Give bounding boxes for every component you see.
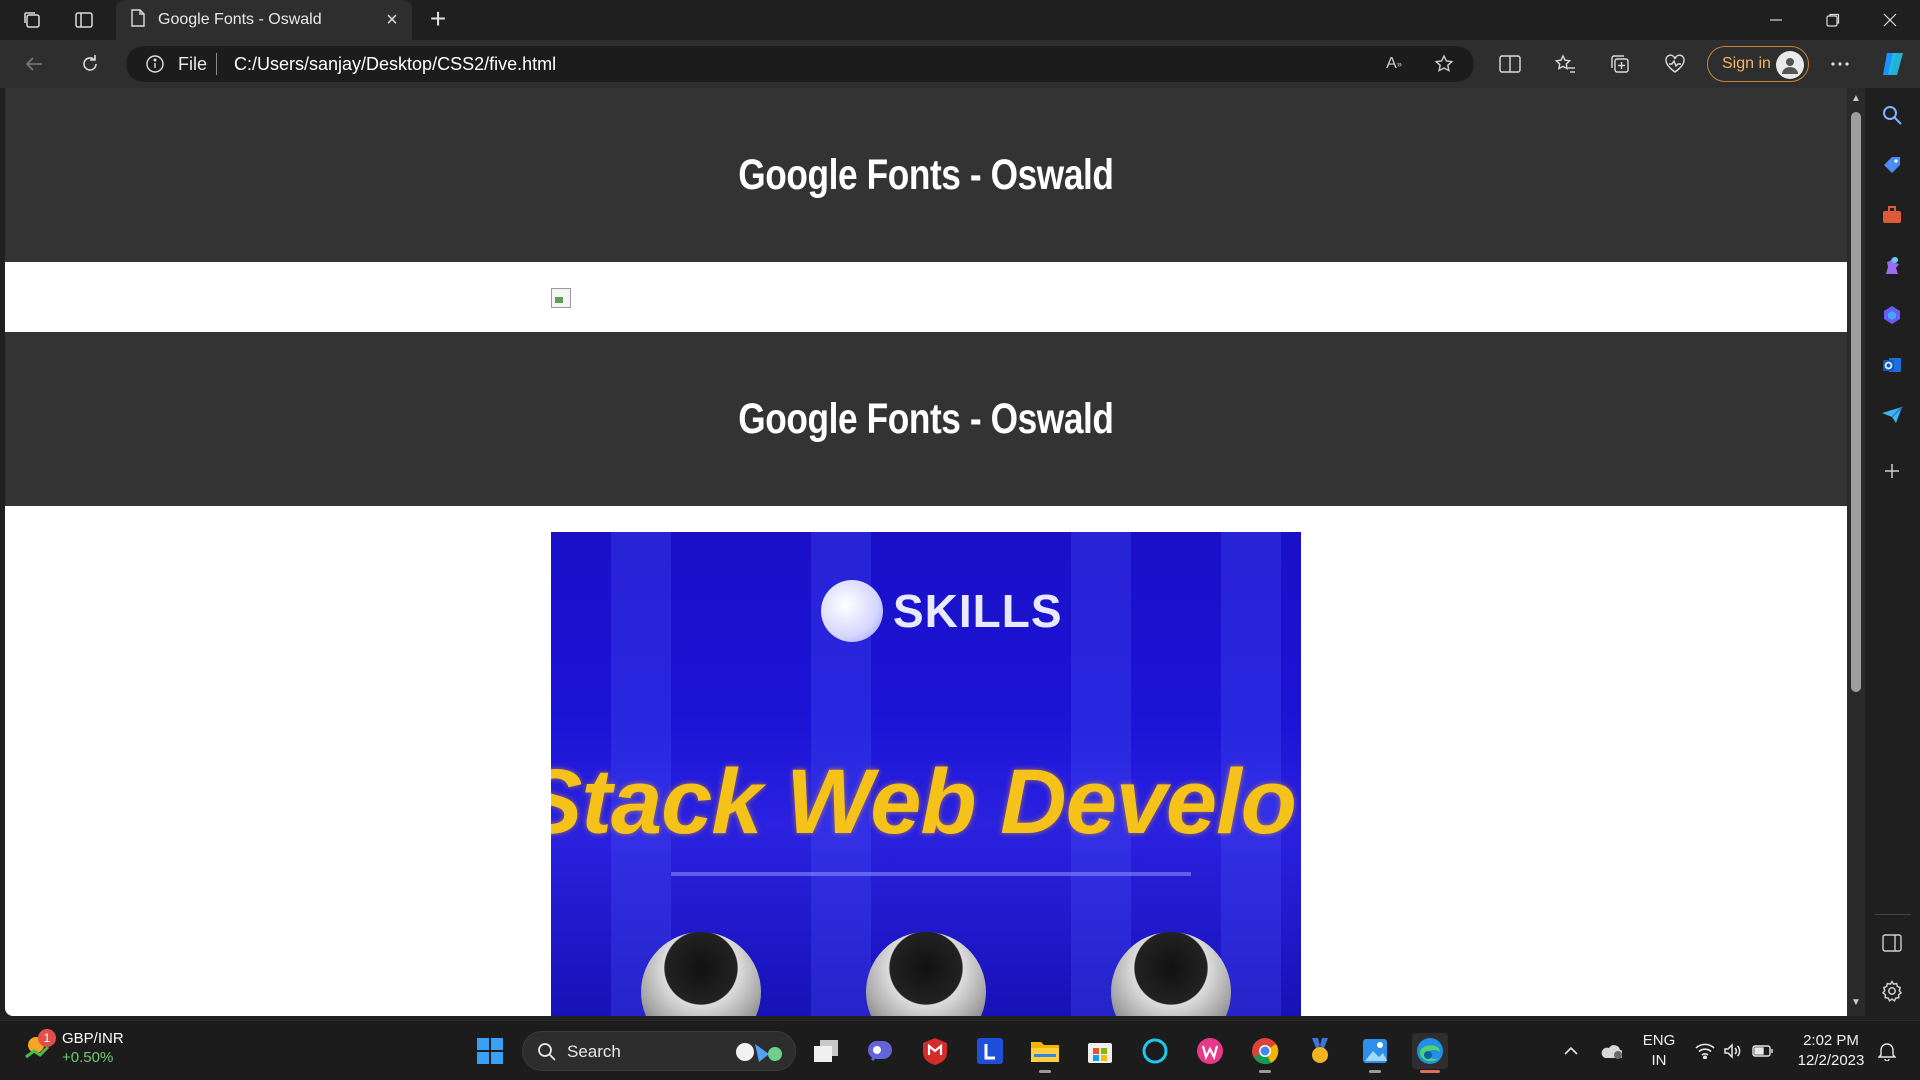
address-scheme: File	[178, 54, 208, 74]
minimize-icon[interactable]	[1756, 6, 1796, 34]
address-separator	[216, 53, 217, 75]
language-bottom: IN	[1651, 1052, 1667, 1069]
browser-toolbar: File C:/Users/sanjay/Desktop/CSS2/five.h…	[0, 40, 1920, 88]
language-indicator[interactable]: ENG IN	[1640, 1031, 1678, 1071]
search-highlight-icon	[731, 1036, 787, 1073]
header-section-1: Google Fonts - Oswald	[5, 88, 1847, 262]
l-app-icon[interactable]	[972, 1033, 1008, 1069]
banner-headline: Stack Web Develo	[551, 751, 1297, 853]
course-banner-image: SKILLS Stack Web Develo	[551, 532, 1301, 1016]
tools-icon[interactable]	[1879, 202, 1905, 228]
windows-taskbar: 1 GBP/INR +0.50% Search ENG IN 2:02 PM 1…	[0, 1020, 1920, 1080]
search-icon	[537, 1042, 557, 1067]
cortana-icon[interactable]	[1137, 1033, 1173, 1069]
restore-icon[interactable]	[1813, 6, 1853, 34]
header-section-2: Google Fonts - Oswald	[5, 332, 1847, 506]
close-icon[interactable]: ×	[382, 9, 402, 31]
address-bar[interactable]: File C:/Users/sanjay/Desktop/CSS2/five.h…	[126, 46, 1474, 82]
running-indicator	[1369, 1070, 1381, 1073]
widget-badge: 1	[38, 1029, 56, 1047]
edge-icon[interactable]	[1412, 1033, 1448, 1073]
meet-icon[interactable]	[862, 1033, 898, 1069]
workspaces-icon[interactable]	[20, 8, 44, 32]
window-close-icon[interactable]	[1870, 6, 1910, 34]
chrome-icon[interactable]	[1247, 1033, 1283, 1073]
refresh-icon[interactable]	[76, 50, 104, 78]
more-icon[interactable]	[1826, 50, 1854, 78]
running-indicator	[1420, 1070, 1440, 1073]
running-indicator	[1039, 1070, 1051, 1073]
widgets-button[interactable]: 1 GBP/INR +0.50%	[22, 1029, 124, 1067]
wifi-icon[interactable]	[1694, 1041, 1716, 1061]
title-bar: Google Fonts - Oswald × +	[0, 0, 1920, 40]
volume-icon[interactable]	[1722, 1041, 1744, 1061]
browser-essentials-icon[interactable]	[1661, 50, 1689, 78]
page-icon	[130, 8, 146, 32]
scroll-thumb[interactable]	[1851, 112, 1861, 692]
avatar	[1776, 51, 1804, 79]
language-top: ENG	[1642, 1032, 1676, 1049]
chevron-up-icon[interactable]	[1560, 1041, 1582, 1061]
widget-change: +0.50%	[62, 1049, 114, 1066]
scroll-down-arrow[interactable]: ▼	[1851, 998, 1861, 1008]
wps-icon[interactable]	[1192, 1033, 1228, 1069]
tab-actions-icon[interactable]	[72, 8, 96, 32]
read-aloud-icon[interactable]: A»	[1382, 52, 1406, 76]
favorite-star-icon[interactable]	[1432, 52, 1456, 76]
battery-icon[interactable]	[1752, 1041, 1774, 1061]
file-explorer-icon[interactable]	[1027, 1033, 1063, 1073]
tab-title: Google Fonts - Oswald	[158, 11, 322, 28]
split-screen-icon[interactable]	[1496, 50, 1524, 78]
outlook-icon[interactable]	[1879, 352, 1905, 378]
medal-icon[interactable]	[1302, 1033, 1338, 1069]
banner-brand: SKILLS	[893, 585, 1063, 637]
running-indicator	[1259, 1070, 1271, 1073]
microsoft-365-icon[interactable]	[1879, 302, 1905, 328]
search-icon[interactable]	[1879, 102, 1905, 128]
settings-icon[interactable]	[1879, 978, 1905, 1004]
plus-icon[interactable]: +	[424, 5, 452, 34]
clock[interactable]: 2:02 PM 12/2/2023	[1790, 1031, 1872, 1071]
onedrive-icon[interactable]	[1600, 1041, 1622, 1061]
notifications-icon[interactable]	[1876, 1041, 1898, 1061]
search-label: Search	[567, 1042, 621, 1061]
sidebar-divider	[1875, 914, 1911, 915]
favorites-icon[interactable]	[1551, 50, 1579, 78]
games-icon[interactable]	[1879, 252, 1905, 278]
page-scrollbar[interactable]: ▲ ▼	[1847, 88, 1865, 1016]
photos-icon[interactable]	[1357, 1033, 1393, 1073]
page-heading-1: Google Fonts - Oswald	[738, 150, 1114, 199]
store-icon[interactable]	[1082, 1033, 1118, 1069]
broken-image-icon	[551, 288, 571, 308]
widgets-icon: 1	[22, 1029, 56, 1063]
scroll-up-arrow[interactable]: ▲	[1851, 94, 1861, 104]
drop-icon[interactable]	[1879, 402, 1905, 428]
taskbar-search[interactable]: Search	[522, 1031, 796, 1071]
page-viewport: Google Fonts - Oswald Google Fonts - Osw…	[5, 88, 1847, 1016]
address-url[interactable]: C:/Users/sanjay/Desktop/CSS2/five.html	[234, 54, 556, 75]
info-icon[interactable]	[146, 55, 164, 78]
clock-date: 12/2/2023	[1797, 1052, 1865, 1069]
sign-in-label: Sign in	[1722, 55, 1771, 72]
widget-title: GBP/INR	[62, 1030, 124, 1047]
mcafee-icon[interactable]	[917, 1033, 953, 1069]
sign-in-button[interactable]: Sign in	[1707, 46, 1809, 82]
person-photo	[866, 932, 986, 1016]
edge-sidebar	[1865, 88, 1920, 1016]
add-icon[interactable]	[1879, 458, 1905, 484]
clock-time: 2:02 PM	[1803, 1032, 1859, 1049]
windows-start-icon[interactable]	[472, 1033, 508, 1069]
banner-logo: SKILLS	[821, 580, 1063, 642]
back-icon[interactable]	[20, 50, 48, 78]
collections-icon[interactable]	[1606, 50, 1634, 78]
banner-divider	[671, 872, 1191, 876]
hide-sidebar-icon[interactable]	[1879, 930, 1905, 956]
active-tab[interactable]: Google Fonts - Oswald ×	[116, 0, 412, 40]
logo-mark	[821, 580, 883, 642]
task-view-icon[interactable]	[808, 1033, 844, 1069]
shopping-tag-icon[interactable]	[1879, 152, 1905, 178]
page-heading-2: Google Fonts - Oswald	[738, 394, 1114, 443]
copilot-icon[interactable]	[1879, 50, 1907, 78]
